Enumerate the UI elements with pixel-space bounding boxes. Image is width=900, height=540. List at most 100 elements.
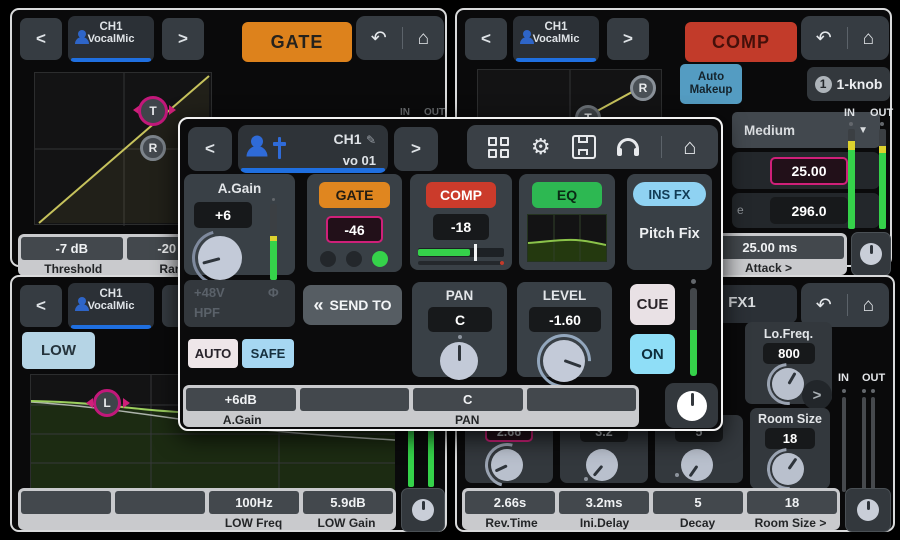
touch-knob-box[interactable] (401, 488, 445, 532)
comp-slider-marker[interactable] (474, 244, 477, 261)
comp-selected-value[interactable]: 25.00 (770, 157, 848, 185)
decay-knob[interactable] (681, 449, 713, 481)
headphones-icon[interactable] (617, 138, 639, 156)
auto-button[interactable]: AUTO (188, 339, 238, 368)
phantom-label: +48V (194, 285, 225, 300)
undo-icon[interactable]: ↶ (371, 29, 387, 48)
channel-next-button[interactable]: > (394, 127, 438, 171)
param-segment[interactable]: 100Hz (209, 491, 299, 514)
one-knob-icon: 1 (815, 76, 832, 93)
channel-select-button[interactable]: CH1 VocalMic (68, 16, 154, 62)
gate-card[interactable]: GATE -46 (307, 174, 402, 272)
gate-title-button[interactable]: GATE (242, 22, 352, 62)
param-segment[interactable]: 3.2ms (559, 491, 649, 514)
gate-threshold-handle[interactable]: T (138, 96, 168, 126)
one-knob-label: 1-knob (837, 76, 883, 92)
edit-icon[interactable]: ✎ (366, 133, 376, 147)
roomsize-label: Room Size (755, 516, 816, 530)
undo-icon[interactable]: ↶ (816, 296, 832, 315)
channel-prev-button[interactable]: < (20, 285, 62, 327)
gear-icon[interactable]: ⚙ (531, 136, 551, 158)
channel-name-button[interactable]: CH1 ✎ vo 01 (238, 125, 388, 173)
pan-value[interactable]: C (428, 307, 492, 332)
param-segment[interactable]: 5.9dB (303, 491, 393, 514)
save-icon[interactable] (572, 135, 596, 159)
channel-select-button[interactable]: CH1 VocalMic (513, 16, 599, 62)
pan-label: PAN (412, 288, 507, 303)
comp-ratio-handle[interactable]: R (630, 75, 656, 101)
eq-card[interactable]: EQ (519, 174, 615, 270)
gate-threshold-value[interactable]: -46 (326, 216, 383, 243)
again-value[interactable]: +6 (194, 202, 252, 228)
chevron-down-icon: ▼ (858, 125, 868, 136)
comp-button[interactable]: COMP (426, 182, 496, 208)
param2-value[interactable]: 18 (765, 428, 815, 449)
home-icon[interactable]: ⌂ (863, 29, 874, 48)
level-knob[interactable] (543, 340, 585, 382)
inidelay-knob[interactable] (586, 449, 618, 481)
comp-title-button[interactable]: COMP (685, 22, 797, 62)
revtime-knob[interactable] (491, 449, 523, 481)
level-value[interactable]: -1.60 (529, 307, 601, 332)
chevron-left-icon: < (205, 139, 215, 159)
eq-band-low-button[interactable]: LOW (22, 332, 95, 369)
level-card[interactable]: LEVEL -1.60 (517, 282, 612, 377)
again-knob[interactable] (198, 236, 242, 280)
person-icon (247, 136, 268, 157)
again-card[interactable]: A.Gain +6 (184, 174, 295, 275)
param-segment[interactable]: 2.66s (465, 491, 555, 514)
touch-knob-box[interactable] (851, 232, 891, 276)
param-segment[interactable] (115, 491, 205, 514)
param-segment[interactable]: 18 (747, 491, 837, 514)
home-icon[interactable]: ⌂ (683, 136, 696, 158)
param1-value[interactable]: 800 (763, 343, 815, 364)
pan-knob[interactable] (440, 342, 478, 380)
knob-min-dot (584, 477, 588, 481)
comp-threshold-value[interactable]: -18 (433, 214, 489, 240)
param1-knob[interactable] (772, 368, 804, 400)
cue-button[interactable]: CUE (630, 284, 675, 325)
fx-next-page-button[interactable]: > (802, 380, 832, 410)
undo-icon[interactable]: ↶ (816, 29, 832, 48)
param2-knob[interactable] (772, 453, 804, 485)
channel-next-button[interactable]: > (162, 18, 204, 60)
param-segment[interactable] (300, 388, 410, 411)
comp-card[interactable]: COMP -18 (410, 174, 512, 270)
insfx-card[interactable]: INS FX Pitch Fix (627, 174, 712, 270)
preset-dropdown[interactable]: Medium ▼ (732, 112, 880, 148)
on-button[interactable]: ON (630, 334, 675, 374)
param-segment[interactable]: 5 (653, 491, 743, 514)
touch-knob-box[interactable] (665, 383, 718, 428)
divider (402, 27, 403, 49)
gate-range-handle[interactable]: R (140, 135, 166, 161)
insfx-button[interactable]: INS FX (633, 182, 706, 206)
head-amp-card[interactable]: +48V Φ HPF (184, 280, 295, 327)
channel-prev-button[interactable]: < (20, 18, 62, 60)
send-to-button[interactable]: « SEND TO (303, 285, 402, 325)
channel-next-button[interactable]: > (607, 18, 649, 60)
param-segment[interactable] (527, 388, 637, 411)
home-icon[interactable]: ⌂ (418, 29, 429, 48)
channel-prev-button[interactable]: < (188, 127, 232, 171)
channel-prev-button[interactable]: < (465, 18, 507, 60)
safe-button[interactable]: SAFE (242, 339, 294, 368)
level-label: LEVEL (517, 288, 612, 303)
gate-button[interactable]: GATE (319, 182, 390, 208)
grid-view-icon[interactable] (488, 137, 509, 158)
release-label-fragment: e (737, 203, 744, 217)
auto-makeup-button[interactable]: Auto Makeup (680, 64, 742, 104)
home-icon[interactable]: ⌂ (863, 296, 874, 315)
param-segment[interactable]: -7 dB (21, 237, 123, 260)
touch-knob-box[interactable] (845, 488, 891, 532)
one-knob-button[interactable]: 1 1-knob (807, 67, 890, 101)
param-segment[interactable] (21, 491, 111, 514)
channel-select-button[interactable]: CH1 VocalMic (68, 283, 154, 329)
eq-button[interactable]: EQ (532, 182, 602, 208)
comp-secondary-value[interactable]: 296.0 (770, 197, 848, 224)
param-segment[interactable]: C (413, 388, 523, 411)
param-segment[interactable]: +6dB (186, 388, 296, 411)
meter-clip-led (880, 122, 884, 126)
overlay-param-footer: +6dB C A.Gain PAN (183, 385, 639, 427)
low-band-handle[interactable]: L (93, 389, 121, 417)
pan-card[interactable]: PAN C (412, 282, 507, 377)
